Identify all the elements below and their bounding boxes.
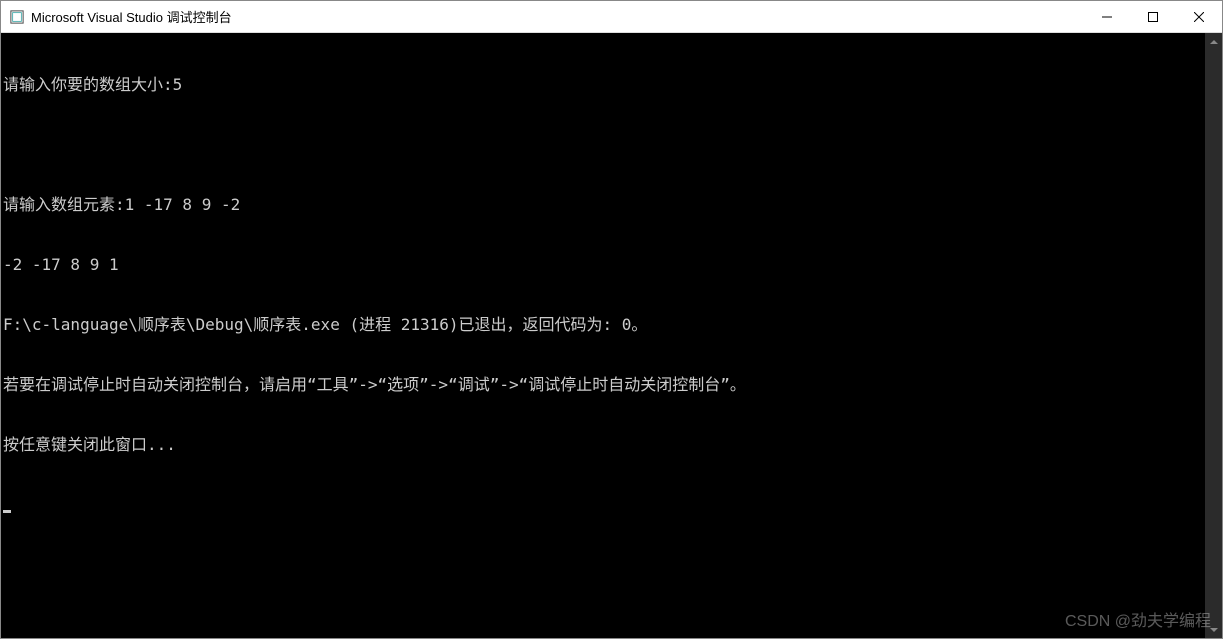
console-line: 请输入你要的数组大小:5 bbox=[3, 75, 1205, 95]
console-line: 按任意键关闭此窗口... bbox=[3, 435, 1205, 455]
close-button[interactable] bbox=[1176, 1, 1222, 32]
console-window: Microsoft Visual Studio 调试控制台 请输入你要的数组大小… bbox=[0, 0, 1223, 639]
console-line: 若要在调试停止时自动关闭控制台，请启用“工具”->“选项”->“调试”->“调试… bbox=[3, 375, 1205, 395]
titlebar[interactable]: Microsoft Visual Studio 调试控制台 bbox=[1, 1, 1222, 33]
console-line bbox=[3, 135, 1205, 155]
scroll-up-icon[interactable] bbox=[1205, 33, 1222, 50]
window-controls bbox=[1084, 1, 1222, 32]
text-cursor bbox=[3, 510, 11, 513]
app-icon bbox=[9, 9, 25, 25]
minimize-button[interactable] bbox=[1084, 1, 1130, 32]
maximize-button[interactable] bbox=[1130, 1, 1176, 32]
console-line: 请输入数组元素:1 -17 8 9 -2 bbox=[3, 195, 1205, 215]
content-area: 请输入你要的数组大小:5 请输入数组元素:1 -17 8 9 -2 -2 -17… bbox=[1, 33, 1222, 638]
console-output[interactable]: 请输入你要的数组大小:5 请输入数组元素:1 -17 8 9 -2 -2 -17… bbox=[1, 33, 1205, 638]
scroll-down-icon[interactable] bbox=[1205, 621, 1222, 638]
window-title: Microsoft Visual Studio 调试控制台 bbox=[31, 7, 232, 26]
cursor-line bbox=[3, 495, 1205, 515]
console-line: -2 -17 8 9 1 bbox=[3, 255, 1205, 275]
console-line: F:\c-language\顺序表\Debug\顺序表.exe (进程 2131… bbox=[3, 315, 1205, 335]
vertical-scrollbar[interactable] bbox=[1205, 33, 1222, 638]
